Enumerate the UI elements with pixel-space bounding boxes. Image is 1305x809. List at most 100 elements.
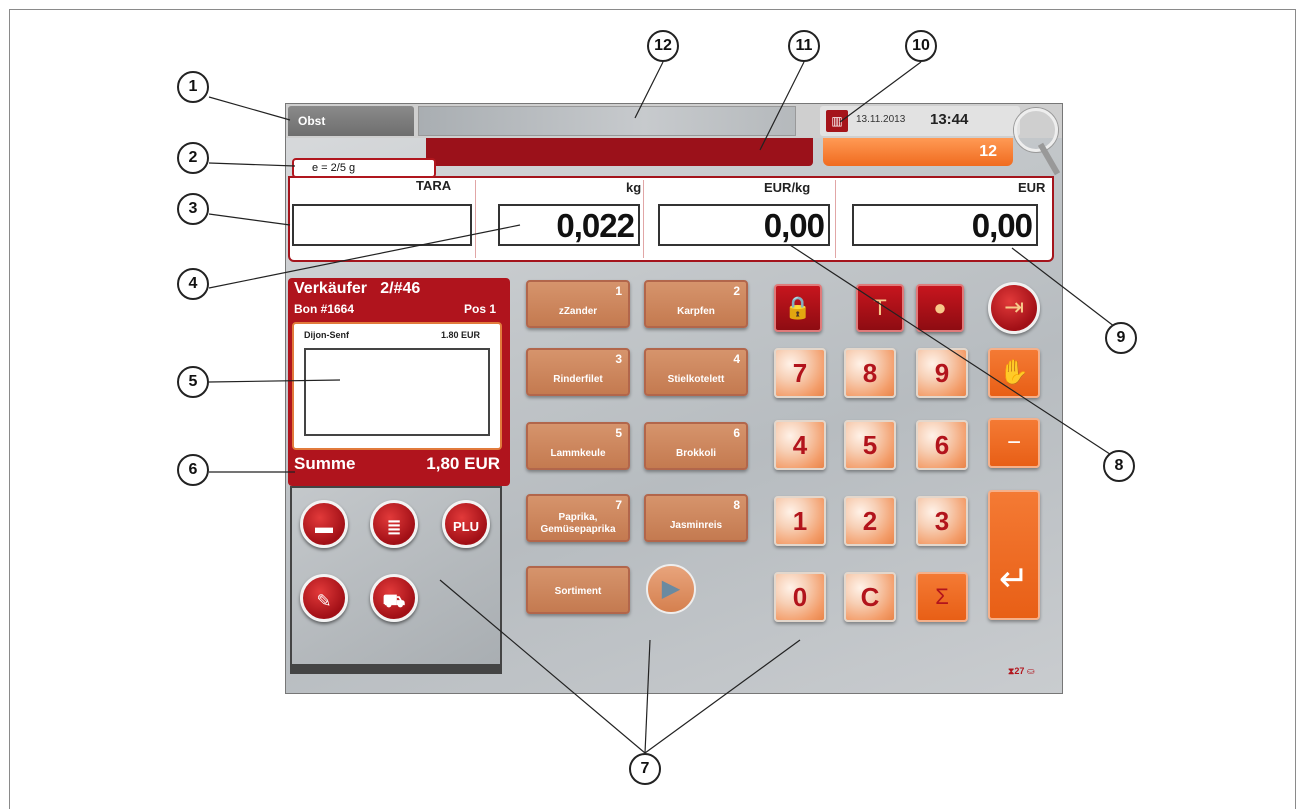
plu-item-label: Jasminreis (669, 520, 723, 531)
plu-item-button[interactable]: 2 Karpfen (644, 280, 748, 328)
plu-item-button[interactable]: 5 Lammkeule (526, 422, 630, 470)
weighing-panel: TARA kg 0,022 EUR/kg 0,00 EUR 0,00 (288, 176, 1054, 262)
plu-button[interactable]: PLU (442, 500, 490, 548)
receipt-panel: Verkäufer 2/#46 Bon #1664 Pos 1 Dijon-Se… (288, 278, 510, 486)
callout-marker: 8 (1103, 450, 1135, 482)
plu-item-number: 3 (615, 352, 622, 366)
stop-button[interactable]: ✋ (988, 348, 1040, 398)
plu-item-number: 2 (733, 284, 740, 298)
key-digit[interactable]: 7 (774, 348, 826, 398)
scale-status-icon: ⛀ (1026, 666, 1035, 676)
person-icon: ● (933, 295, 947, 320)
info-bar (418, 106, 796, 136)
key-digit[interactable]: 0 (774, 572, 826, 622)
minus-button[interactable]: − (988, 418, 1040, 468)
plu-item-number: 8 (733, 498, 740, 512)
key-digit[interactable]: 2 (844, 496, 896, 546)
barcode-print-icon[interactable]: ▥ (826, 110, 848, 132)
callout-marker: 6 (177, 454, 209, 486)
logout-button[interactable]: ⇥ (988, 282, 1040, 334)
minus-label: − (1006, 429, 1021, 456)
callout-marker: 7 (629, 753, 661, 785)
tare-weight-icon: T (873, 295, 887, 320)
callout-marker: 5 (177, 366, 209, 398)
tools-icon: ✎ (316, 591, 332, 611)
cart-button[interactable]: ⛟ (370, 574, 418, 622)
weight-display: 0,022 (498, 204, 640, 246)
key-digit-label: 6 (934, 430, 950, 460)
scale-screen: Obst ▥ 13.11.2013 13:44 12 TARA kg 0,022… (285, 103, 1063, 694)
key-digit[interactable]: 8 (844, 348, 896, 398)
lock-icon: 🔒 (784, 295, 812, 320)
tare-display (292, 204, 472, 246)
scale-interval: e = 2/5 g (292, 158, 436, 178)
unit-price-display: 0,00 (658, 204, 830, 246)
item-name: Dijon-Senf (304, 330, 349, 340)
key-digit-label: 5 (862, 430, 878, 460)
key-digit[interactable]: 4 (774, 420, 826, 470)
bon-number: Bon #1664 (294, 302, 355, 316)
sum-value: 1,80 EUR (426, 454, 500, 473)
key-digit[interactable]: 6 (916, 420, 968, 470)
plu-item-button[interactable]: 8 Jasminreis (644, 494, 748, 542)
plu-item-label: Stielkotelett (667, 374, 725, 385)
enter-button[interactable]: ↵ (988, 490, 1040, 620)
status-indicator: ⧗27 ⛀ (1008, 666, 1058, 688)
key-digit-label: 9 (934, 358, 950, 388)
status-count: 27 (1014, 666, 1025, 676)
callout-marker: 12 (647, 30, 679, 62)
separator (643, 180, 644, 258)
tools-button[interactable]: ✎ (300, 574, 348, 622)
position-number: Pos 1 (463, 302, 496, 316)
item-price: 1.80 EUR (440, 330, 480, 340)
receipt-list[interactable] (304, 348, 490, 436)
time-text: 13:44 (930, 111, 969, 128)
callout-marker: 2 (177, 142, 209, 174)
sigma-label: Σ (935, 584, 949, 609)
message-line (426, 138, 813, 166)
magnifier-icon[interactable] (1014, 108, 1058, 152)
receipt-button[interactable]: ≣ (370, 500, 418, 548)
separator (835, 180, 836, 258)
hand-icon: ✋ (999, 359, 1029, 386)
plu-item-button[interactable]: 4 Stielkotelett (644, 348, 748, 396)
plu-item-button[interactable]: 7 Paprika, Gemüsepaprika (526, 494, 630, 542)
key-clear[interactable]: C (844, 572, 896, 622)
plu-item-number: 6 (733, 426, 740, 440)
plu-item-label: Brokkoli (675, 448, 716, 459)
price-label: EUR (1018, 180, 1046, 195)
plu-item-number: 7 (615, 498, 622, 512)
plu-item-number: 4 (733, 352, 740, 366)
key-digit[interactable]: 3 (916, 496, 968, 546)
sortiment-button[interactable]: Sortiment (526, 566, 630, 614)
next-page-button[interactable]: ▶ (646, 564, 696, 614)
key-digit[interactable]: 5 (844, 420, 896, 470)
key-digit[interactable]: 9 (916, 348, 968, 398)
tare-button[interactable]: T (856, 284, 904, 332)
plu-item-button[interactable]: 1 zZander (526, 280, 630, 328)
key-digit-label: 4 (792, 430, 808, 460)
tare-label: TARA (416, 178, 452, 193)
key-digit-label: 2 (862, 506, 878, 536)
lock-button[interactable]: 🔒 (774, 284, 822, 332)
plu-item-button[interactable]: 6 Brokkoli (644, 422, 748, 470)
seller-button[interactable]: ● (916, 284, 964, 332)
key-digit-label: 0 (792, 582, 808, 612)
sum-button[interactable]: Σ (916, 572, 968, 622)
tab-category[interactable]: Obst (288, 106, 414, 136)
separator (475, 180, 476, 258)
callout-marker: 1 (177, 71, 209, 103)
sum-label: Summe (294, 454, 356, 473)
printer-button[interactable]: ▬ (300, 500, 348, 548)
weight-label: kg (626, 180, 642, 195)
sortiment-label: Sortiment (554, 586, 602, 597)
key-digit-label: 8 (862, 358, 878, 388)
key-digit[interactable]: 1 (774, 496, 826, 546)
callout-marker: 11 (788, 30, 820, 62)
cart-icon: ⛟ (382, 591, 406, 611)
plu-item-button[interactable]: 3 Rinderfilet (526, 348, 630, 396)
key-digit-label: 3 (934, 506, 950, 536)
exit-icon: ⇥ (1003, 294, 1025, 321)
key-digit-label: 7 (792, 358, 808, 388)
seller-id: 2/#46 (380, 280, 421, 297)
